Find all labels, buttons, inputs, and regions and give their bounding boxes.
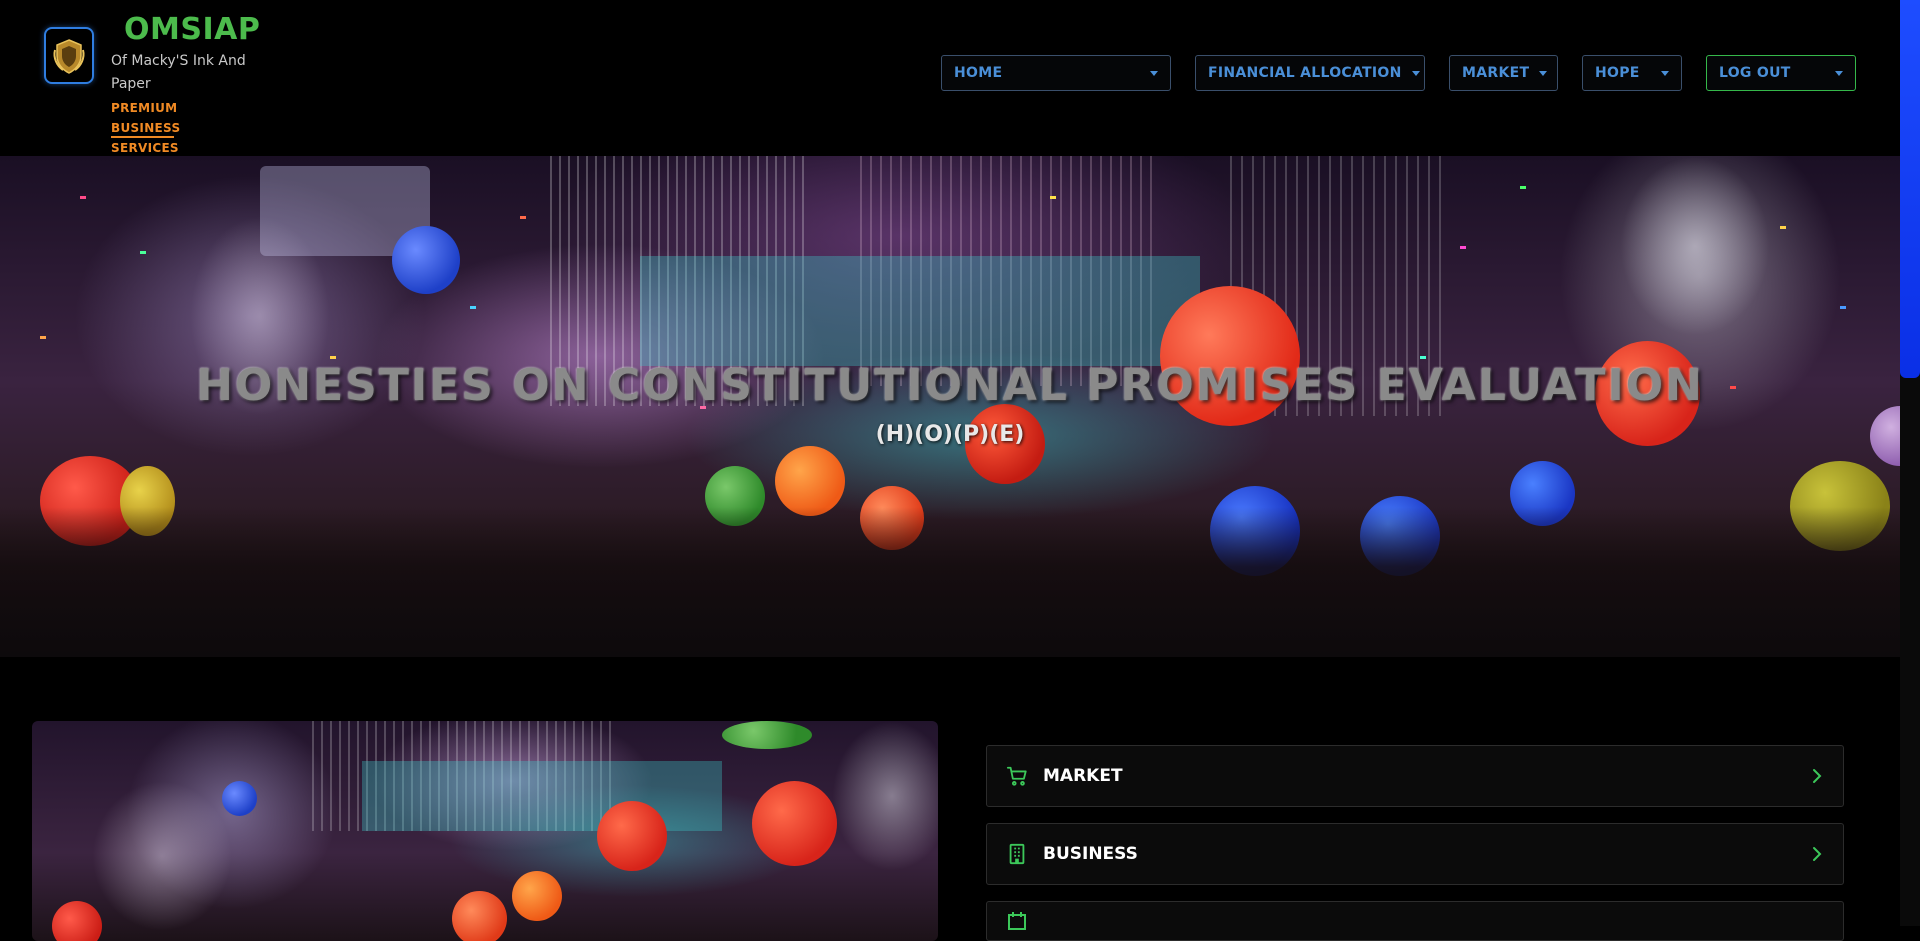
nav-financial-allocation-label: FINANCIAL ALLOCATION	[1208, 65, 1402, 81]
menu-item-label: MARKET	[1043, 766, 1123, 786]
calendar-icon	[1005, 909, 1029, 933]
chevron-right-icon	[1809, 768, 1825, 784]
nav-home[interactable]: HOME	[941, 55, 1171, 91]
nav-financial-allocation[interactable]: FINANCIAL ALLOCATION	[1195, 55, 1425, 91]
scrollbar-thumb[interactable]	[1900, 0, 1920, 378]
nav-hope-label: HOPE	[1595, 65, 1640, 81]
nav-market[interactable]: MARKET	[1449, 55, 1558, 91]
nav-log-out-label: LOG OUT	[1719, 65, 1791, 81]
nav-home-label: HOME	[954, 65, 1003, 81]
nav-log-out[interactable]: LOG OUT	[1706, 55, 1856, 91]
chevron-down-icon	[1539, 70, 1548, 76]
nav-market-label: MARKET	[1462, 65, 1530, 81]
menu-item-partial[interactable]	[986, 901, 1844, 941]
menu-item-business[interactable]: BUSINESS	[986, 823, 1844, 885]
brand-tagline: PREMIUM BUSINESS SERVICES	[111, 101, 181, 155]
menu-item-market[interactable]: MARKET	[986, 745, 1844, 807]
hero-subtitle: (H)(O)(P)(E)	[875, 422, 1025, 447]
logo[interactable]	[44, 27, 94, 84]
chevron-right-icon	[1809, 846, 1825, 862]
chevron-down-icon	[1835, 70, 1843, 76]
cart-icon	[1005, 764, 1029, 788]
chevron-down-icon	[1411, 70, 1420, 76]
site-header: OMSIAP Of Macky'S Ink And Paper PREMIUM …	[0, 0, 1900, 156]
nav-hope[interactable]: HOPE	[1582, 55, 1682, 91]
brand-name[interactable]: OMSIAP	[124, 12, 260, 47]
tagline-underline	[111, 136, 174, 138]
hero-title: HONESTIES ON CONSTITUTIONAL PROMISES EVA…	[196, 360, 1704, 411]
shield-crest-icon	[53, 38, 85, 74]
chevron-down-icon	[1661, 70, 1669, 76]
hero-banner: HONESTIES ON CONSTITUTIONAL PROMISES EVA…	[0, 156, 1900, 657]
chevron-down-icon	[1150, 70, 1158, 76]
menu-item-label: BUSINESS	[1043, 844, 1138, 864]
concert-thumbnail-image	[32, 721, 938, 941]
building-icon	[1005, 842, 1029, 866]
brand-subtitle: Of Macky'S Ink And Paper	[111, 53, 246, 92]
